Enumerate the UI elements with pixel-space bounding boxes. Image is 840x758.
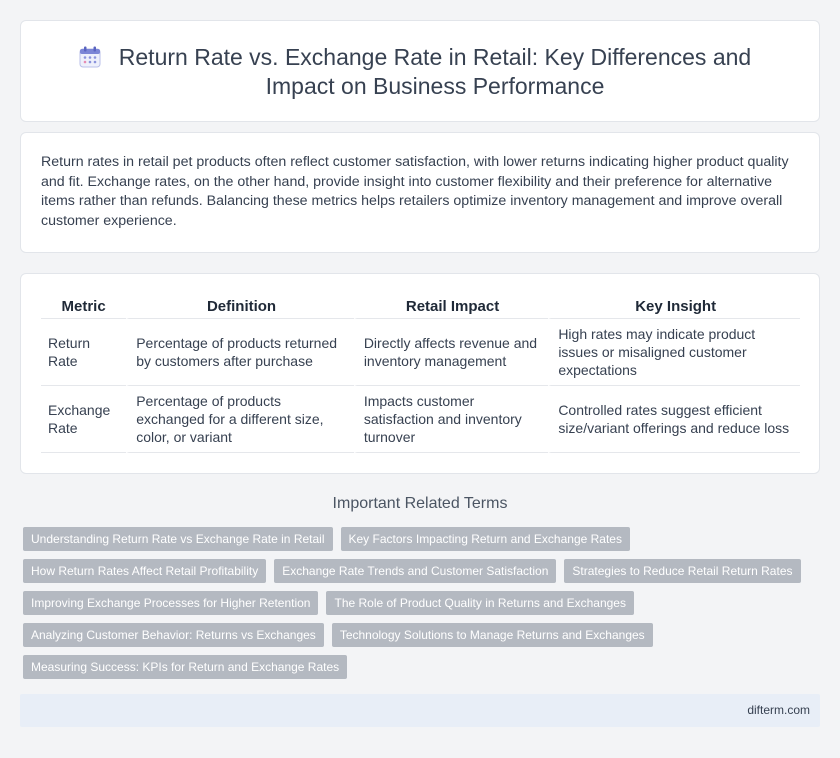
- related-term-link[interactable]: Technology Solutions to Manage Returns a…: [331, 623, 653, 647]
- comparison-table: Metric Definition Retail Impact Key Insi…: [41, 295, 800, 453]
- related-term-link[interactable]: Understanding Return Rate vs Exchange Ra…: [23, 527, 333, 551]
- table-card: Metric Definition Retail Impact Key Insi…: [20, 273, 820, 474]
- tag-row: How Return Rates Affect Retail Profitabi…: [23, 559, 813, 583]
- tag-row: Measuring Success: KPIs for Return and E…: [23, 655, 813, 679]
- tag-row: Understanding Return Rate vs Exchange Ra…: [23, 527, 813, 551]
- related-term-link[interactable]: Analyzing Customer Behavior: Returns vs …: [23, 623, 324, 647]
- related-term-link[interactable]: The Role of Product Quality in Returns a…: [326, 591, 634, 615]
- related-terms-heading: Important Related Terms: [332, 495, 508, 512]
- related-term-link[interactable]: Improving Exchange Processes for Higher …: [23, 591, 319, 615]
- related-term-link[interactable]: Measuring Success: KPIs for Return and E…: [23, 655, 348, 679]
- tag-row: Improving Exchange Processes for Higher …: [23, 591, 813, 615]
- related-term-link[interactable]: Key Factors Impacting Return and Exchang…: [340, 527, 630, 551]
- tag-row: Analyzing Customer Behavior: Returns vs …: [23, 623, 813, 647]
- table-row: Return Rate Percentage of products retur…: [41, 319, 800, 386]
- footer: difterm.com: [20, 694, 820, 727]
- cell-retail-impact: Impacts customer satisfaction and invent…: [353, 386, 549, 453]
- page-title: Return Rate vs. Exchange Rate in Retail:…: [118, 44, 752, 99]
- title-card: Return Rate vs. Exchange Rate in Retail:…: [20, 20, 820, 122]
- table-row: Exchange Rate Percentage of products exc…: [41, 386, 800, 453]
- table-header-row: Metric Definition Retail Impact Key Insi…: [41, 295, 800, 319]
- site-name[interactable]: difterm.com: [747, 703, 810, 717]
- cell-key-insight: High rates may indicate product issues o…: [548, 319, 800, 386]
- header-retail-impact: Retail Impact: [353, 295, 549, 319]
- related-terms-list: Understanding Return Rate vs Exchange Ra…: [23, 527, 813, 687]
- cell-retail-impact: Directly affects revenue and inventory m…: [353, 319, 549, 386]
- related-term-link[interactable]: Strategies to Reduce Retail Return Rates: [564, 559, 801, 583]
- intro-paragraph: Return rates in retail pet products ofte…: [41, 154, 789, 229]
- cell-definition: Percentage of products exchanged for a d…: [126, 386, 354, 453]
- cell-metric: Exchange Rate: [41, 386, 127, 453]
- cell-key-insight: Controlled rates suggest efficient size/…: [548, 386, 800, 453]
- cell-metric: Return Rate: [41, 319, 127, 386]
- cell-definition: Percentage of products returned by custo…: [126, 319, 354, 386]
- related-term-link[interactable]: How Return Rates Affect Retail Profitabi…: [23, 559, 267, 583]
- intro-card: Return rates in retail pet products ofte…: [20, 132, 820, 253]
- related-term-link[interactable]: Exchange Rate Trends and Customer Satisf…: [274, 559, 557, 583]
- header-definition: Definition: [126, 295, 354, 319]
- header-key-insight: Key Insight: [548, 295, 800, 319]
- header-metric: Metric: [41, 295, 127, 319]
